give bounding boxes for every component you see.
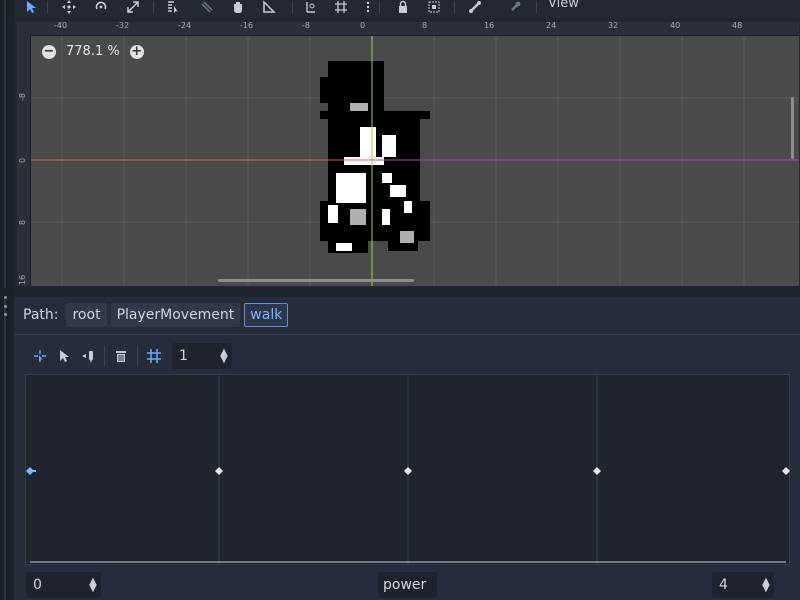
breadcrumb-root[interactable]: root [66, 303, 107, 327]
smart-snap-icon[interactable] [302, 0, 320, 14]
grid-snap-icon[interactable] [332, 0, 350, 14]
max-value-field[interactable]: 4 ▲ ▼ [712, 572, 774, 598]
ruler-corner [16, 21, 31, 36]
pan-icon[interactable] [229, 0, 247, 14]
snap-step-field[interactable]: 1 ▲ ▼ [172, 343, 232, 369]
breadcrumb: Path: root PlayerMovement walk [23, 303, 289, 327]
select-point-icon[interactable] [52, 344, 76, 368]
measure-icon[interactable] [260, 0, 278, 14]
panel-splitter[interactable] [14, 287, 800, 297]
blend-point[interactable] [782, 467, 790, 475]
animation-tree-panel: Path: root PlayerMovement walk 1 ▲ ▼ 0 ▲… [14, 297, 800, 600]
more-icon[interactable] [359, 0, 377, 14]
stepper-icon[interactable]: ▲ ▼ [758, 577, 774, 594]
ruler-icon[interactable] [198, 0, 216, 14]
blend-point[interactable] [404, 467, 412, 475]
dock-divider [4, 300, 6, 600]
snap-icon[interactable] [142, 344, 166, 368]
dock-divider [4, 0, 6, 288]
group-icon[interactable] [425, 0, 443, 14]
create-point-icon[interactable] [28, 344, 52, 368]
stepper-icon[interactable]: ▲ ▼ [216, 348, 232, 365]
lock-icon[interactable] [394, 0, 412, 14]
min-value-field[interactable]: 0 ▲ ▼ [26, 572, 101, 598]
zoom-in-button[interactable]: + [129, 44, 144, 59]
view-menu[interactable]: View [548, 0, 579, 11]
stepper-icon[interactable]: ▲ ▼ [85, 577, 101, 594]
canvas-grid [31, 36, 800, 287]
blend-space-editor[interactable] [25, 374, 790, 566]
scale-icon[interactable] [124, 0, 142, 14]
create-triangle-icon[interactable] [76, 344, 100, 368]
move-icon[interactable] [60, 0, 78, 14]
vertical-ruler: -8 0 8 16 [16, 21, 31, 287]
skeleton-icon[interactable] [506, 0, 524, 14]
canvas-toolbar: View [14, 0, 800, 18]
blend-point[interactable] [26, 467, 34, 475]
path-label: Path: [23, 307, 59, 323]
blend-point[interactable] [215, 467, 223, 475]
bone-icon[interactable] [466, 0, 484, 14]
vertical-scrollbar[interactable] [791, 97, 794, 159]
blend-label-field[interactable]: power [378, 572, 437, 598]
canvas-viewport[interactable]: -40 -32 -24 -16 -8 0 8 16 24 32 40 48 -8… [16, 21, 800, 287]
list-select-icon[interactable] [164, 0, 182, 14]
breadcrumb-player-movement[interactable]: PlayerMovement [110, 303, 241, 327]
blend-point[interactable] [593, 467, 601, 475]
breadcrumb-walk[interactable]: walk [244, 303, 289, 327]
delete-icon[interactable] [109, 344, 133, 368]
rotate-icon[interactable] [92, 0, 110, 14]
zoom-controls: − 778.1 % + [42, 44, 144, 59]
zoom-level[interactable]: 778.1 % [66, 44, 120, 59]
horizontal-ruler: -40 -32 -24 -16 -8 0 8 16 24 32 40 48 [16, 21, 800, 36]
select-icon[interactable] [22, 0, 40, 14]
blend-toolbar: 1 ▲ ▼ [28, 343, 232, 369]
zoom-out-button[interactable]: − [42, 44, 56, 59]
horizontal-scrollbar[interactable] [218, 279, 414, 282]
panel-drag-handle[interactable] [2, 296, 8, 316]
divider [14, 334, 800, 335]
